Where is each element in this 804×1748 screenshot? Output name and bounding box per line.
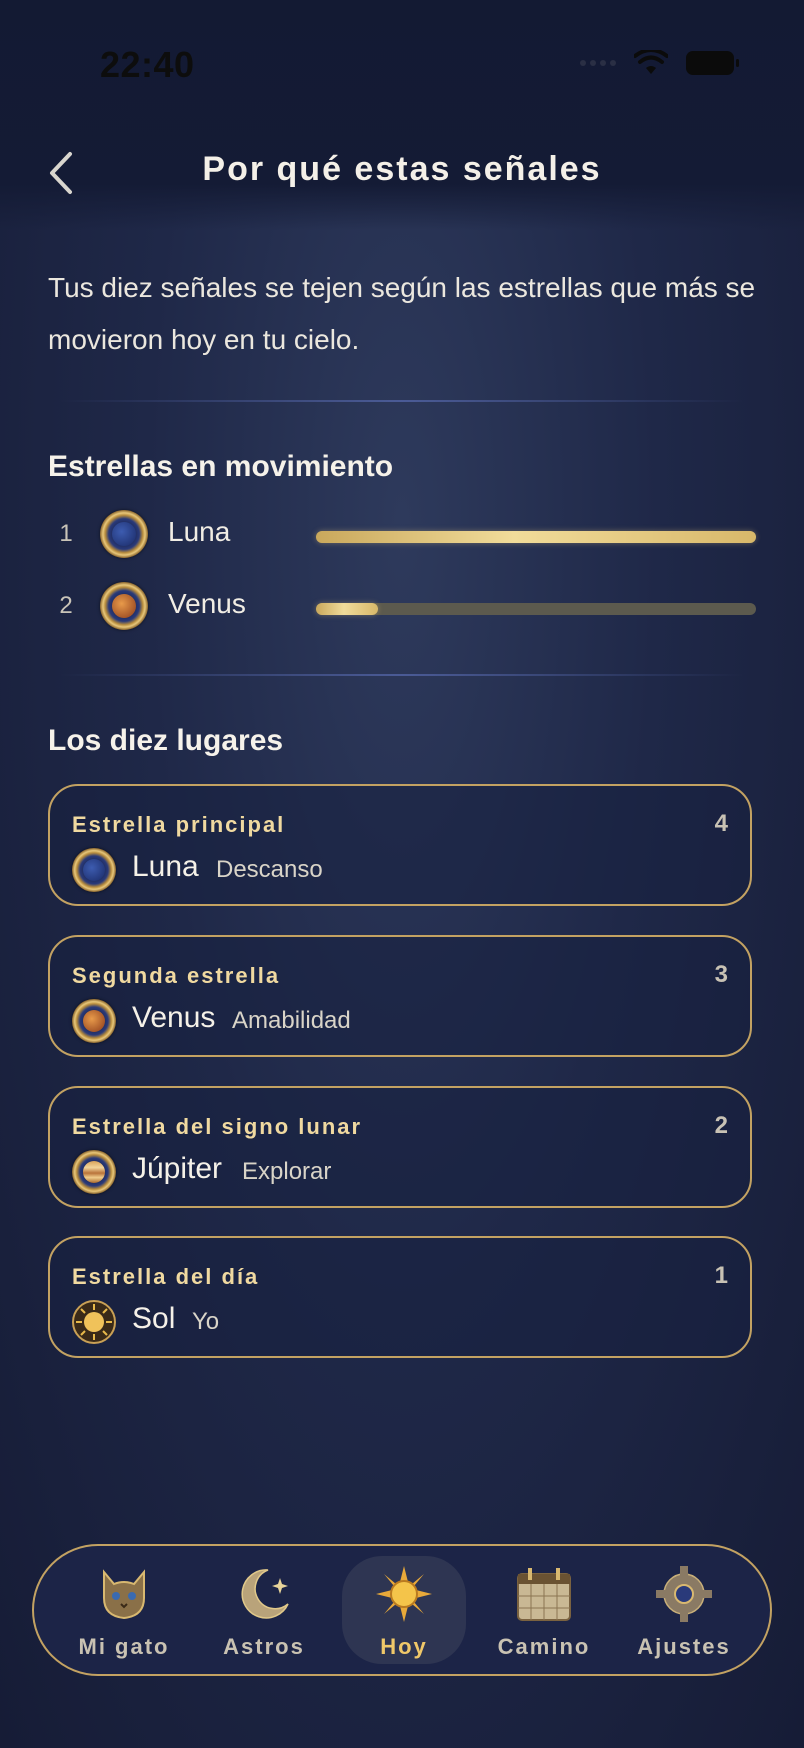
tab-camino[interactable]: Camino	[482, 1556, 606, 1664]
venus-planet-icon	[100, 582, 148, 630]
place-card-planet: Júpiter	[132, 1152, 223, 1185]
place-card-word: Amabilidad	[232, 1007, 351, 1034]
signal-icon	[580, 60, 616, 66]
movement-name: Venus	[168, 588, 246, 619]
movement-rank: 1	[59, 520, 73, 547]
place-card-count: 1	[714, 1262, 728, 1289]
place-card-planet: Venus	[132, 1001, 216, 1034]
gear-icon	[656, 1566, 712, 1622]
movement-bar-fill	[316, 603, 378, 615]
movement-bar	[316, 603, 756, 615]
intro-text: Tus diez señales se tejen según las estr…	[48, 272, 756, 355]
moon-planet-icon	[100, 510, 148, 558]
sun-planet-icon	[72, 1300, 116, 1344]
venus-planet-icon	[72, 999, 116, 1043]
crescent-moon-icon	[241, 1569, 289, 1619]
place-card-word: Explorar	[242, 1158, 332, 1185]
movement-section-title: Estrellas en movimiento	[48, 450, 394, 483]
tab-label: Mi gato	[78, 1634, 170, 1659]
place-card-word: Yo	[192, 1308, 220, 1335]
tab-label: Camino	[497, 1634, 591, 1659]
divider	[60, 400, 744, 402]
place-card-planet: Luna	[132, 850, 199, 883]
place-card[interactable]: Estrella principal 4 Luna Descanso	[48, 784, 752, 906]
place-card-label: Estrella principal	[72, 812, 286, 837]
place-card-count: 4	[714, 810, 728, 837]
place-card[interactable]: Estrella del signo lunar 2 Júpiter Explo…	[48, 1086, 752, 1208]
place-card-planet: Sol	[132, 1302, 176, 1335]
calendar-icon	[517, 1568, 571, 1621]
place-card-count: 2	[714, 1112, 728, 1139]
status-time: 22:40	[100, 44, 195, 85]
wifi-icon	[634, 50, 668, 74]
tab-bar: Mi gato Astros Hoy Camino Ajustes	[32, 1544, 772, 1676]
movement-name: Luna	[168, 516, 231, 547]
status-icons	[580, 50, 739, 76]
tab-mi-gato[interactable]: Mi gato	[62, 1556, 186, 1664]
movement-bar	[316, 531, 756, 543]
movement-row: 1 Luna	[48, 506, 758, 562]
tab-hoy[interactable]: Hoy	[342, 1556, 466, 1664]
place-card-label: Estrella del signo lunar	[72, 1114, 363, 1139]
tab-label: Astros	[223, 1634, 305, 1659]
battery-icon	[686, 51, 739, 75]
place-card-word: Descanso	[216, 856, 323, 883]
page-title: Por qué estas señales	[202, 150, 602, 188]
tab-label: Ajustes	[637, 1634, 731, 1659]
sun-icon	[376, 1566, 432, 1622]
moon-planet-icon	[72, 848, 116, 892]
place-card[interactable]: Estrella del día 1 Sol Yo	[48, 1236, 752, 1358]
places-section-title: Los diez lugares	[48, 724, 284, 757]
tab-ajustes[interactable]: Ajustes	[622, 1556, 746, 1664]
divider	[60, 674, 744, 676]
jupiter-planet-icon	[72, 1150, 116, 1194]
place-card-count: 3	[714, 961, 728, 988]
tab-label: Hoy	[380, 1634, 428, 1659]
cat-icon	[103, 1569, 145, 1620]
place-card-label: Estrella del día	[72, 1264, 260, 1289]
movement-bar-fill	[316, 531, 756, 543]
header-band	[0, 0, 804, 230]
movement-row: 2 Venus	[48, 578, 758, 634]
place-card-label: Segunda estrella	[72, 963, 281, 988]
tab-astros[interactable]: Astros	[202, 1556, 326, 1664]
place-card[interactable]: Segunda estrella 3 Venus Amabilidad	[48, 935, 752, 1057]
movement-rank: 2	[59, 592, 73, 619]
